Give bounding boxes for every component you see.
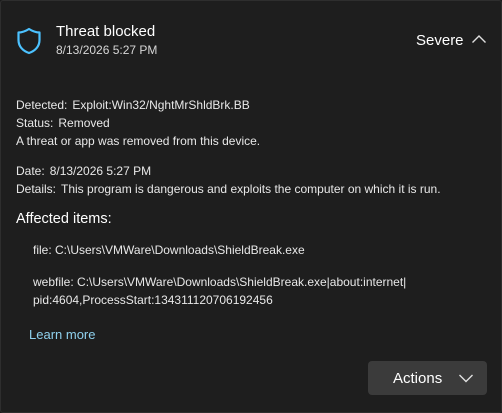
detected-value: Exploit:Win32/NghtMrShldBrk.BB bbox=[72, 98, 250, 112]
date-row: Date: 8/13/2026 5:27 PM bbox=[16, 164, 151, 178]
learn-more-link[interactable]: Learn more bbox=[29, 327, 95, 342]
threat-timestamp: 8/13/2026 5:27 PM bbox=[56, 43, 158, 57]
actions-button[interactable]: Actions bbox=[368, 361, 487, 395]
status-message: A threat or app was removed from this de… bbox=[16, 134, 261, 148]
details-row: Details: This program is dangerous and ex… bbox=[16, 182, 441, 196]
details-value: This program is dangerous and exploits t… bbox=[61, 182, 441, 196]
chevron-up-icon[interactable] bbox=[471, 33, 487, 45]
detected-label: Detected: bbox=[16, 98, 68, 112]
affected-item-webfile: webfile: C:\Users\VMWare\Downloads\Shiel… bbox=[33, 275, 407, 289]
chevron-down-icon bbox=[459, 374, 473, 383]
status-label: Status: bbox=[16, 116, 54, 130]
detected-row: Detected: Exploit:Win32/NghtMrShldBrk.BB bbox=[16, 98, 250, 112]
details-label: Details: bbox=[16, 182, 57, 196]
affected-items-heading: Affected items: bbox=[16, 211, 112, 227]
status-row: Status: Removed bbox=[16, 116, 110, 130]
threat-header[interactable]: Threat blocked 8/13/2026 5:27 PM Severe bbox=[1, 1, 501, 71]
threat-title: Threat blocked bbox=[56, 23, 156, 40]
threat-card: Threat blocked 8/13/2026 5:27 PM Severe … bbox=[0, 0, 502, 413]
date-label: Date: bbox=[16, 164, 45, 178]
affected-item-webfile-continued: pid:4604,ProcessStart:134311120706192456 bbox=[33, 293, 273, 307]
affected-item-file: file: C:\Users\VMWare\Downloads\ShieldBr… bbox=[33, 243, 305, 257]
status-value: Removed bbox=[58, 116, 110, 130]
date-value: 8/13/2026 5:27 PM bbox=[49, 164, 152, 178]
severity-label: Severe bbox=[416, 32, 464, 49]
shield-icon bbox=[17, 27, 41, 55]
actions-label: Actions bbox=[393, 370, 443, 387]
